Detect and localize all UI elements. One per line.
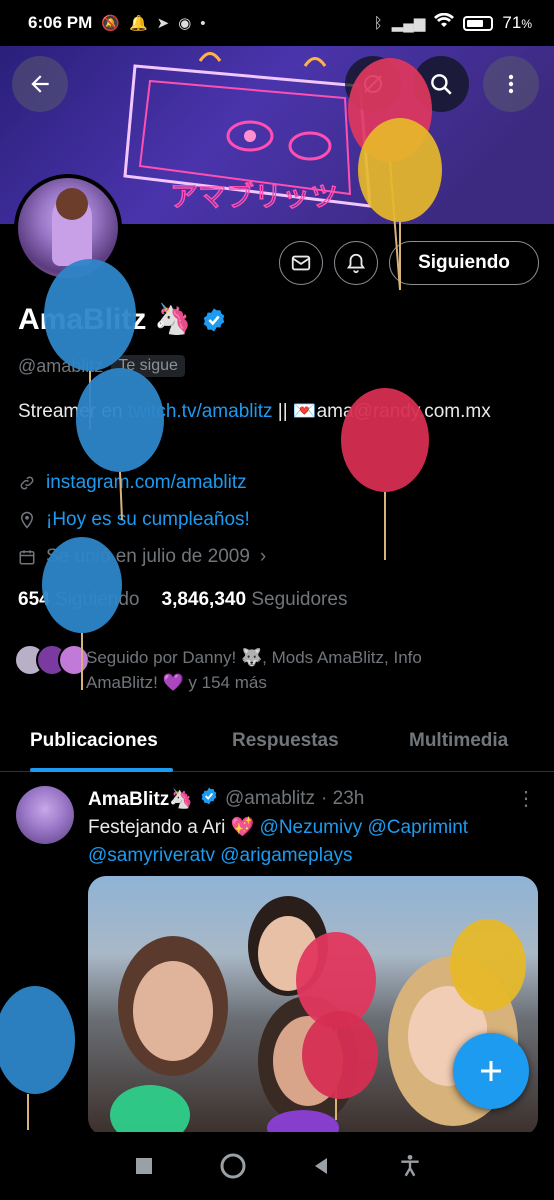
following-label: Siguiendo bbox=[54, 589, 140, 610]
balloon-blue bbox=[76, 368, 164, 521]
bio-twitch-link[interactable]: twitch.tv/amablitz bbox=[128, 401, 273, 422]
joined-text: Se unió en julio de 2009 bbox=[46, 546, 250, 567]
accessibility-icon bbox=[401, 1154, 419, 1177]
post-author-name[interactable]: AmaBlitz🦄 bbox=[88, 787, 193, 811]
tab-posts[interactable]: Publicaciones bbox=[30, 730, 158, 752]
home-button[interactable] bbox=[213, 1146, 253, 1186]
home-circle-icon bbox=[220, 1153, 246, 1179]
joined-row[interactable]: Se unió en julio de 2009 › bbox=[18, 546, 266, 568]
post-body: Festejando a Ari 💖 bbox=[88, 817, 260, 838]
accessibility-button[interactable] bbox=[390, 1146, 430, 1186]
more-vertical-icon bbox=[508, 74, 514, 94]
birthday-row: ¡Hoy es su cumpleaños! bbox=[18, 509, 250, 531]
notifications-button[interactable] bbox=[334, 241, 378, 285]
plus-icon bbox=[481, 1061, 501, 1081]
bio-email: ama@randy.com.mx bbox=[316, 401, 491, 422]
followers-count-link[interactable]: 3,846,340 Seguidores bbox=[162, 589, 348, 611]
message-button[interactable] bbox=[279, 241, 323, 285]
followed-by-avatars[interactable] bbox=[14, 644, 90, 676]
compose-button[interactable] bbox=[453, 1033, 529, 1109]
following-button[interactable]: Siguiendo bbox=[389, 241, 539, 285]
chevron-right-icon: › bbox=[259, 546, 267, 567]
more-options-button[interactable] bbox=[483, 56, 539, 112]
status-right: ᛒ ▂▄▆ 71% bbox=[373, 12, 532, 33]
birthday-text[interactable]: ¡Hoy es su cumpleaños! bbox=[46, 509, 250, 531]
status-bar: 6:06 PM 🔕 🔔 ➤ ◉ • ᛒ ▂▄▆ 71% bbox=[0, 0, 554, 46]
grok-icon bbox=[364, 75, 382, 93]
post-author-avatar[interactable] bbox=[16, 786, 74, 844]
following-count: 654 bbox=[18, 589, 50, 610]
balloon-blue bbox=[0, 986, 75, 1130]
tab-media[interactable]: Multimedia bbox=[409, 730, 508, 752]
bell-icon bbox=[346, 253, 366, 274]
recents-button[interactable] bbox=[124, 1146, 164, 1186]
battery-icon bbox=[463, 15, 494, 31]
post-author-handle: @amablitz bbox=[224, 788, 316, 809]
followers-count: 3,846,340 bbox=[161, 589, 247, 610]
bio-text: Streamer en bbox=[18, 401, 128, 422]
post-time: · 23h bbox=[321, 788, 365, 809]
followers-label: Seguidores bbox=[251, 589, 348, 610]
website-row: instagram.com/amablitz bbox=[18, 472, 247, 494]
envelope-icon bbox=[291, 255, 311, 271]
telegram-icon: ➤ bbox=[156, 15, 170, 32]
website-link[interactable]: instagram.com/amablitz bbox=[46, 472, 247, 494]
profile-handle: @amablitz bbox=[18, 355, 104, 376]
following-count-link[interactable]: 654 Siguiendo bbox=[18, 589, 140, 611]
post-text: Festejando a Ari 💖 @Nezumivy @Caprimint … bbox=[88, 814, 538, 870]
handle-row: @amablitz Te sigue bbox=[18, 355, 185, 377]
location-pin-icon bbox=[18, 511, 36, 529]
bio-separator: || bbox=[272, 401, 293, 422]
follows-you-badge: Te sigue bbox=[111, 355, 185, 377]
name-emoji: 🦄 bbox=[154, 303, 192, 336]
photo-face bbox=[133, 961, 213, 1061]
battery-percent: 71% bbox=[502, 13, 532, 32]
back-button[interactable] bbox=[12, 56, 68, 112]
display-name: AmaBlitz bbox=[18, 302, 147, 336]
mute-icon: 🔕 bbox=[101, 15, 120, 32]
verified-badge-icon[interactable] bbox=[200, 306, 228, 334]
back-arrow-icon bbox=[31, 75, 49, 93]
bio-emoji: 💌 bbox=[292, 401, 317, 422]
photo-face bbox=[273, 1016, 343, 1106]
calendar-icon bbox=[18, 548, 36, 566]
photo-face bbox=[258, 916, 318, 991]
profile-name: AmaBlitz 🦄 bbox=[18, 302, 228, 337]
system-navigation-bar bbox=[0, 1132, 554, 1200]
recents-square-icon bbox=[136, 1158, 153, 1174]
profile-avatar[interactable] bbox=[14, 174, 122, 282]
post-more-icon[interactable]: ⋮ bbox=[516, 786, 536, 811]
active-tab-indicator bbox=[30, 768, 173, 772]
status-left: 6:06 PM 🔕 🔔 ➤ ◉ • bbox=[28, 13, 206, 33]
search-icon bbox=[431, 74, 452, 95]
search-button[interactable] bbox=[413, 56, 469, 112]
avatar-head bbox=[56, 188, 88, 220]
banner-art-text: アマブリッツ bbox=[170, 180, 338, 213]
back-triangle-icon bbox=[315, 1158, 328, 1174]
notification-bell-icon: 🔔 bbox=[128, 15, 148, 32]
signal-icon: ▂▄▆ bbox=[391, 15, 426, 32]
profile-bio: Streamer en twitch.tv/amablitz || 💌ama@r… bbox=[18, 398, 538, 426]
more-notifications-dot-icon: • bbox=[200, 14, 206, 32]
app-notification-icon: ◉ bbox=[178, 15, 192, 32]
follow-counts: 654 Siguiendo 3,846,340 Seguidores bbox=[18, 589, 347, 611]
grok-button[interactable] bbox=[345, 56, 401, 112]
post-header: AmaBlitz🦄 @amablitz · 23h bbox=[88, 786, 364, 812]
bluetooth-icon: ᛒ bbox=[373, 14, 383, 32]
post-verified-badge-icon bbox=[199, 786, 219, 812]
followed-by-text[interactable]: Seguido por Danny! 🐺, Mods AmaBlitz, Inf… bbox=[86, 645, 486, 695]
link-icon bbox=[18, 474, 36, 492]
wifi-icon bbox=[434, 12, 455, 33]
tab-replies[interactable]: Respuestas bbox=[232, 730, 339, 752]
status-time: 6:06 PM bbox=[28, 13, 93, 32]
back-nav-button[interactable] bbox=[301, 1146, 341, 1186]
profile-tabs: Publicaciones Respuestas Multimedia bbox=[0, 716, 554, 772]
